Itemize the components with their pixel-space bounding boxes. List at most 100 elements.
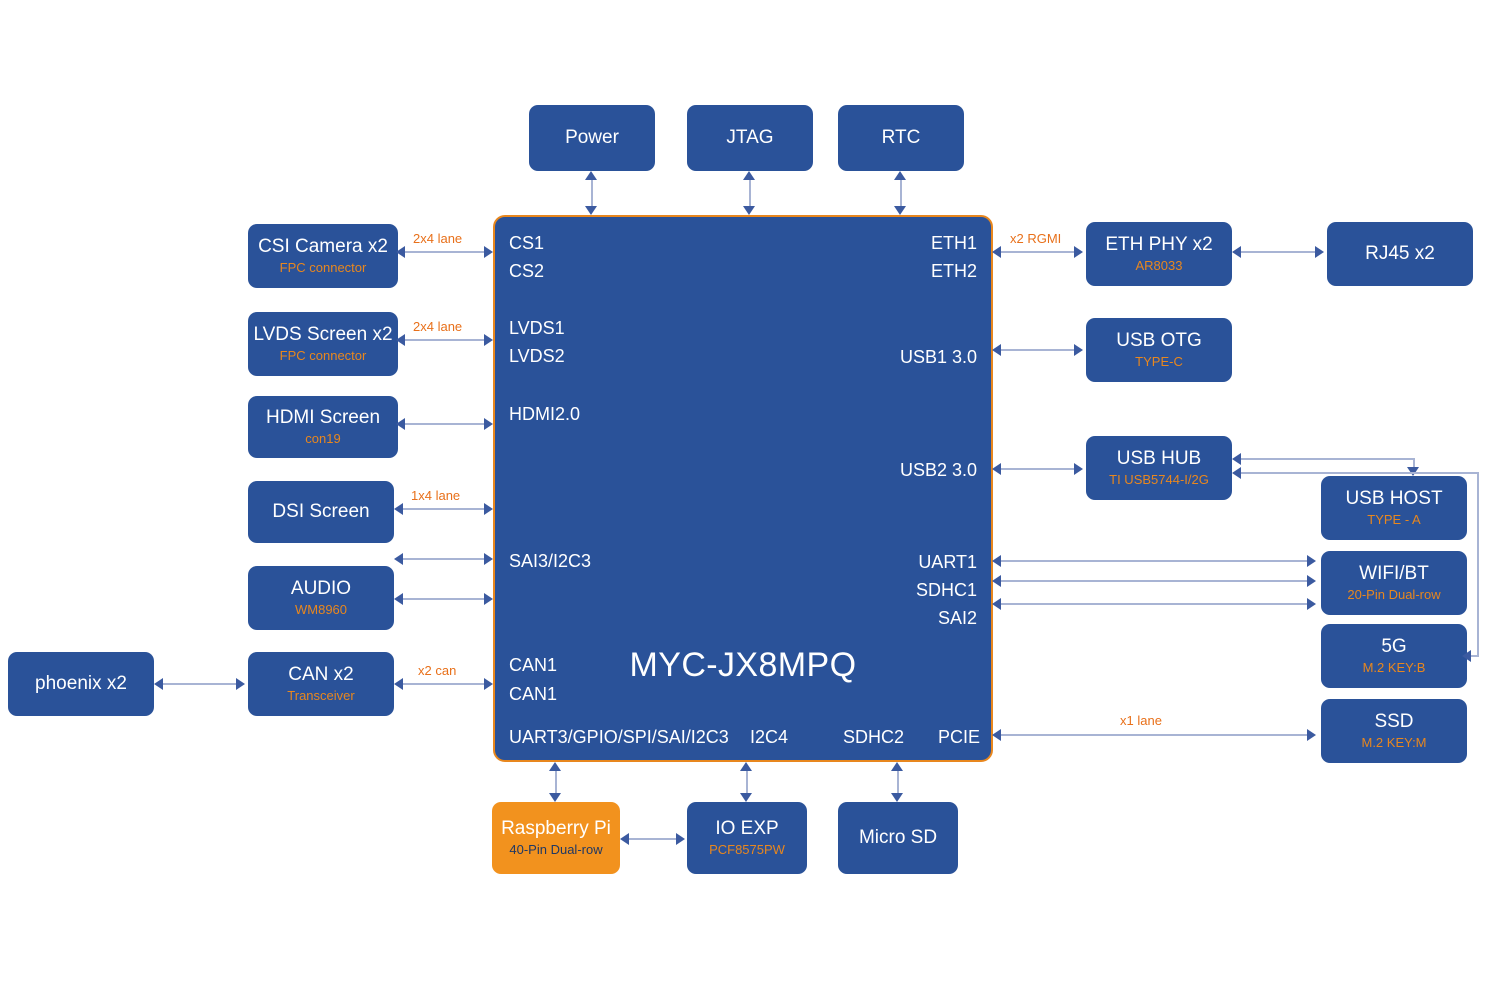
block-usb-hub[interactable]: USB HUB TI USB5744-I/2G xyxy=(1086,436,1232,500)
block-usb-otg-title: USB OTG xyxy=(1116,329,1202,351)
soc-title: MYC-JX8MPQ xyxy=(629,646,857,684)
block-eth-phy[interactable]: ETH PHY x2 AR8033 xyxy=(1086,222,1232,286)
arrowhead-jtag-down xyxy=(743,206,755,215)
link-label-lvds-lane: 2x4 lane xyxy=(413,319,463,334)
connector-sdhc1-wifi xyxy=(1000,580,1311,582)
soc-pin-sai2: SAI2 xyxy=(937,608,977,628)
soc-pin-usb1-30: USB1 3.0 xyxy=(899,347,977,367)
block-rj45[interactable]: RJ45 x2 xyxy=(1327,222,1473,286)
arrowhead-hdmi-right xyxy=(484,418,493,430)
block-usb-otg[interactable]: USB OTG TYPE-C xyxy=(1086,318,1232,382)
block-phoenix[interactable]: phoenix x2 xyxy=(8,652,154,716)
connector-hdmi-soc xyxy=(404,423,488,425)
arrowhead-hub-5g-left xyxy=(1232,467,1241,479)
connector-usb2-hub xyxy=(1000,468,1078,470)
block-wifi-bt-subtitle: 20-Pin Dual-row xyxy=(1347,587,1441,603)
link-label-pcie-lane: x1 lane xyxy=(1120,713,1162,728)
link-label-can-lanes: x2 can xyxy=(418,663,457,678)
arrowhead-audio-i2c-left xyxy=(394,593,403,605)
block-hdmi-screen[interactable]: HDMI Screen con19 xyxy=(248,396,398,458)
arrowhead-rj45-left xyxy=(1232,246,1241,258)
block-usb-otg-subtitle: TYPE-C xyxy=(1135,354,1183,370)
soc-block-myc-jx8mpq[interactable]: MYC-JX8MPQ CS1 CS2 LVDS1 LVDS2 HDMI2.0 S… xyxy=(493,215,993,762)
block-audio-subtitle: WM8960 xyxy=(294,602,348,618)
block-usb-host-subtitle: TYPE - A xyxy=(1367,512,1421,528)
block-io-exp-subtitle: PCF8575PW xyxy=(709,842,785,858)
block-eth-phy-title: ETH PHY x2 xyxy=(1105,233,1213,255)
block-csi-camera[interactable]: CSI Camera x2 FPC connector xyxy=(248,224,398,288)
arrowhead-usbotg-left xyxy=(992,344,1001,356)
arrowhead-eth-left xyxy=(992,246,1001,258)
arrowhead-hdmi-left xyxy=(396,418,405,430)
arrowhead-lvds-left xyxy=(396,334,405,346)
link-label-dsi-lane: 1x4 lane xyxy=(411,488,461,503)
connector-jtag-soc xyxy=(749,177,751,209)
block-5g[interactable]: 5G M.2 KEY:B xyxy=(1321,624,1467,688)
arrowhead-rj45-right xyxy=(1315,246,1324,258)
soc-pin-sai3-i2c3: SAI3/I2C3 xyxy=(509,551,592,571)
connector-sai2-wifi xyxy=(1000,603,1311,605)
block-usb-hub-title: USB HUB xyxy=(1116,447,1202,469)
soc-pin-sdhc2: SDHC2 xyxy=(843,727,905,747)
arrowhead-sdhc1-left xyxy=(992,575,1001,587)
connector-hub-5g-h xyxy=(1240,472,1478,474)
block-rtc-title: RTC xyxy=(881,127,921,149)
block-rtc[interactable]: RTC xyxy=(838,105,964,171)
connector-csi-soc xyxy=(404,251,488,253)
arrowhead-pcie-left xyxy=(992,729,1001,741)
soc-pin-cs1: CS1 xyxy=(509,233,545,253)
arrowhead-rpi-down xyxy=(549,793,561,802)
block-raspberry-pi[interactable]: Raspberry Pi 40-Pin Dual-row xyxy=(492,802,620,874)
block-csi-camera-subtitle: FPC connector xyxy=(279,260,367,276)
block-phoenix-title: phoenix x2 xyxy=(35,673,127,695)
arrowhead-ioexp-down xyxy=(740,793,752,802)
block-audio[interactable]: AUDIO WM8960 xyxy=(248,566,394,630)
connector-rpi-ioexp xyxy=(628,838,680,840)
block-power[interactable]: Power xyxy=(529,105,655,171)
soc-pin-cs2: CS2 xyxy=(509,261,545,281)
block-5g-subtitle: M.2 KEY:B xyxy=(1362,660,1426,676)
connector-dsi-soc xyxy=(402,508,488,510)
connector-hub-5g-v xyxy=(1477,472,1479,656)
arrowhead-usbhub-left xyxy=(992,463,1001,475)
block-micro-sd-title: Micro SD xyxy=(858,827,938,849)
soc-pin-usb2-30: USB2 3.0 xyxy=(899,460,977,480)
connector-eth-phy-soc xyxy=(1000,251,1078,253)
block-jtag[interactable]: JTAG xyxy=(687,105,813,171)
arrowhead-audio-i2c-right xyxy=(484,593,493,605)
connector-lvds-soc xyxy=(404,339,488,341)
block-jtag-title: JTAG xyxy=(726,127,774,149)
arrowhead-rpi-ioexp-right xyxy=(676,833,685,845)
block-ssd-subtitle: M.2 KEY:M xyxy=(1361,735,1427,751)
block-can[interactable]: CAN x2 Transceiver xyxy=(248,652,394,716)
block-hdmi-screen-title: HDMI Screen xyxy=(265,406,381,428)
soc-pin-eth1: ETH1 xyxy=(930,233,977,253)
arrowhead-sdhc1-right xyxy=(1307,575,1316,587)
connector-can-soc xyxy=(402,683,488,685)
arrowhead-phoenix-right xyxy=(236,678,245,690)
block-lvds-screen-title: LVDS Screen x2 xyxy=(253,323,393,345)
block-io-exp[interactable]: IO EXP PCF8575PW xyxy=(687,802,807,874)
block-wifi-bt[interactable]: WIFI/BT 20-Pin Dual-row xyxy=(1321,551,1467,615)
block-micro-sd[interactable]: Micro SD xyxy=(838,802,958,874)
soc-pin-uart1: UART1 xyxy=(918,552,977,572)
block-ssd[interactable]: SSD M.2 KEY:M xyxy=(1321,699,1467,763)
block-usb-host[interactable]: USB HOST TYPE - A xyxy=(1321,476,1467,540)
link-label-eth-rgmi: x2 RGMI xyxy=(1010,231,1062,246)
block-lvds-screen-subtitle: FPC connector xyxy=(279,348,367,364)
soc-pin-uart3-gpio-spi-sai-i2c3: UART3/GPIO/SPI/SAI/I2C3 xyxy=(509,727,729,747)
arrowhead-power-up xyxy=(585,171,597,180)
connector-ethphy-rj45 xyxy=(1240,251,1319,253)
block-dsi-screen[interactable]: DSI Screen xyxy=(248,481,394,543)
arrowhead-usbhub-right xyxy=(1074,463,1083,475)
arrowhead-usbotg-right xyxy=(1074,344,1083,356)
block-lvds-screen[interactable]: LVDS Screen x2 FPC connector xyxy=(248,312,398,376)
arrowhead-lvds-right xyxy=(484,334,493,346)
arrowhead-jtag-up xyxy=(743,171,755,180)
block-power-title: Power xyxy=(565,127,619,149)
block-csi-camera-title: CSI Camera x2 xyxy=(258,235,388,257)
arrowhead-5g-left xyxy=(1462,650,1471,662)
block-rj45-title: RJ45 x2 xyxy=(1365,243,1435,265)
block-ssd-title: SSD xyxy=(1374,710,1414,732)
arrowhead-csi-right xyxy=(484,246,493,258)
